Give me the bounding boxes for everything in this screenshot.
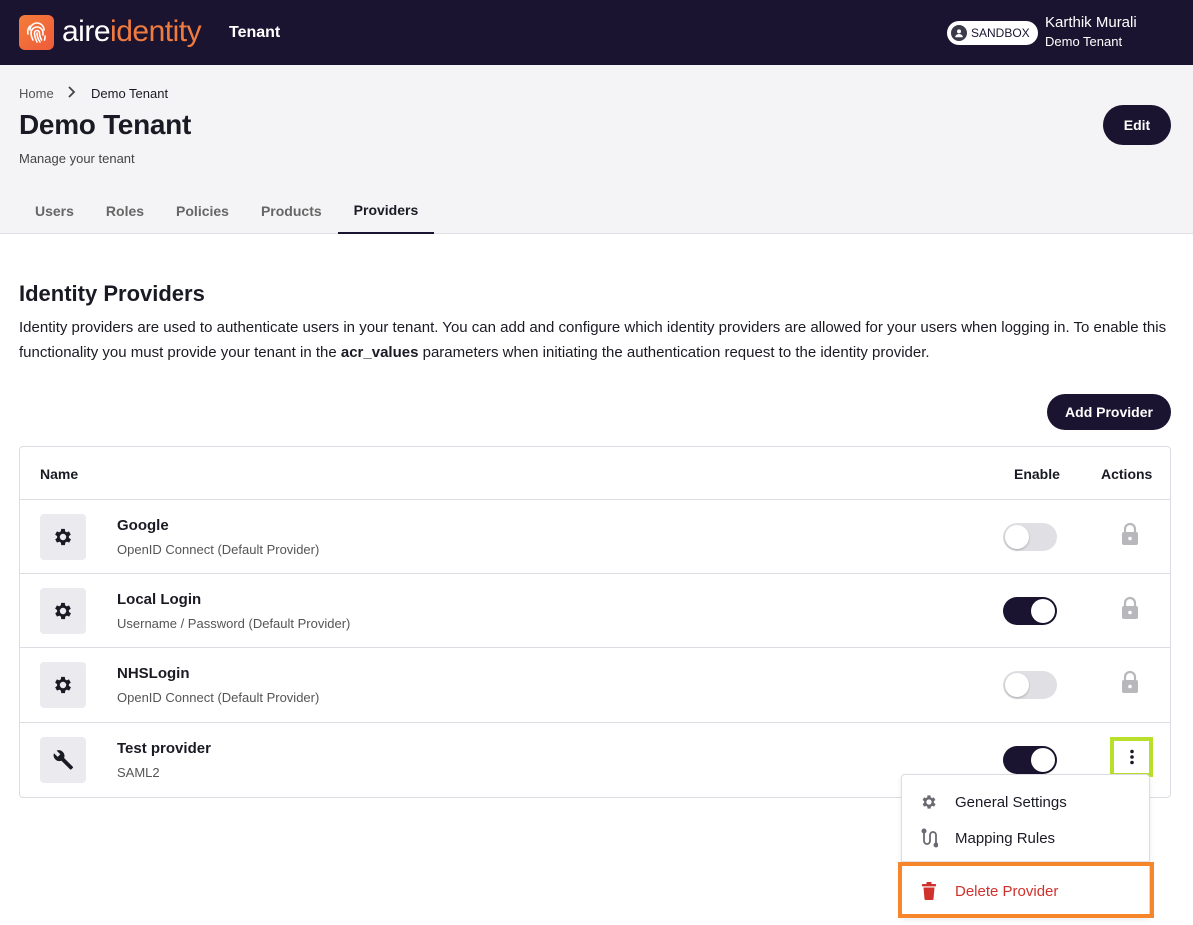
logo-wordmark[interactable]: aireidentity	[62, 14, 202, 50]
gear-icon	[40, 588, 86, 634]
provider-name: Local Login	[117, 591, 202, 608]
column-header-name: Name	[40, 466, 79, 482]
enable-toggle[interactable]	[1003, 523, 1057, 551]
lock-icon	[1122, 596, 1138, 619]
menu-item-label: Delete Provider	[955, 882, 1059, 900]
page-subtitle: Manage your tenant	[19, 151, 135, 166]
toggle-knob	[1005, 673, 1029, 697]
gear-icon	[40, 514, 86, 560]
menu-divider	[902, 861, 1149, 862]
table-row: Local Login Username / Password (Default…	[20, 573, 1170, 647]
kebab-menu-icon	[1129, 749, 1134, 765]
tab-products[interactable]: Products	[245, 187, 338, 234]
tab-bar: Users Roles Policies Products Providers	[19, 187, 435, 234]
gear-icon	[40, 662, 86, 708]
breadcrumb-home-link[interactable]: Home	[19, 86, 54, 101]
chevron-right-icon	[68, 86, 76, 98]
toggle-knob	[1031, 599, 1055, 623]
breadcrumb-current: Demo Tenant	[91, 86, 169, 101]
column-header-enable: Enable	[1014, 466, 1060, 482]
section-description: Identity providers are used to authentic…	[19, 315, 1169, 365]
menu-item-general-settings[interactable]: General Settings	[902, 784, 1149, 820]
user-name[interactable]: Karthik Murali	[1045, 14, 1137, 31]
menu-item-label: General Settings	[955, 793, 1067, 811]
row-actions-button[interactable]	[1110, 737, 1153, 777]
sandbox-label: SANDBOX	[971, 26, 1030, 40]
fingerprint-logo-icon[interactable]	[19, 15, 54, 50]
logo-identity-text: identity	[110, 15, 202, 48]
tab-policies[interactable]: Policies	[160, 187, 245, 234]
gear-icon	[920, 792, 938, 812]
add-provider-button[interactable]: Add Provider	[1047, 394, 1171, 430]
table-row: Google OpenID Connect (Default Provider)	[20, 499, 1170, 573]
provider-name: Google	[117, 517, 169, 534]
enable-toggle[interactable]	[1003, 746, 1057, 774]
tab-providers[interactable]: Providers	[337, 187, 435, 234]
column-header-actions: Actions	[1101, 466, 1153, 482]
desc-text-2: parameters when initiating the authentic…	[418, 344, 930, 361]
menu-item-label: Mapping Rules	[955, 829, 1056, 847]
top-bar: aireidentity Tenant SANDBOX Karthik Mura…	[0, 0, 1193, 65]
provider-type: SAML2	[117, 765, 160, 780]
provider-name: Test provider	[117, 740, 211, 757]
provider-name: NHSLogin	[117, 665, 190, 682]
logo-aire-text: aire	[62, 15, 111, 48]
tab-roles[interactable]: Roles	[90, 187, 160, 234]
toggle-knob	[1005, 525, 1029, 549]
section-title: Identity Providers	[19, 281, 205, 306]
provider-type: Username / Password (Default Provider)	[117, 616, 351, 631]
provider-type: OpenID Connect (Default Provider)	[117, 690, 320, 705]
page-header: Home Demo Tenant Demo Tenant Manage your…	[0, 65, 1193, 234]
page-title: Demo Tenant	[19, 109, 191, 140]
providers-table: Name Enable Actions Google OpenID Connec…	[19, 446, 1171, 798]
table-row: NHSLogin OpenID Connect (Default Provide…	[20, 647, 1170, 721]
enable-toggle[interactable]	[1003, 671, 1057, 699]
edit-button[interactable]: Edit	[1103, 105, 1171, 145]
lock-icon	[1122, 670, 1138, 693]
wrench-icon	[40, 737, 86, 783]
row-actions-menu: General Settings Mapping Rules Delete Pr…	[901, 774, 1150, 918]
desc-code-acr-values: acr_values	[340, 344, 419, 361]
menu-item-delete-provider[interactable]: Delete Provider	[902, 873, 1149, 909]
app-section-title: Tenant	[229, 24, 281, 41]
user-circle-icon	[951, 25, 967, 41]
sandbox-badge: SANDBOX	[947, 21, 1038, 45]
toggle-knob	[1031, 748, 1055, 772]
tab-users[interactable]: Users	[19, 187, 90, 234]
menu-item-mapping-rules[interactable]: Mapping Rules	[902, 820, 1149, 856]
user-tenant[interactable]: Demo Tenant	[1045, 34, 1122, 49]
lock-icon	[1122, 522, 1138, 545]
route-icon	[920, 828, 938, 848]
provider-type: OpenID Connect (Default Provider)	[117, 542, 320, 557]
trash-icon	[920, 881, 938, 901]
enable-toggle[interactable]	[1003, 597, 1057, 625]
